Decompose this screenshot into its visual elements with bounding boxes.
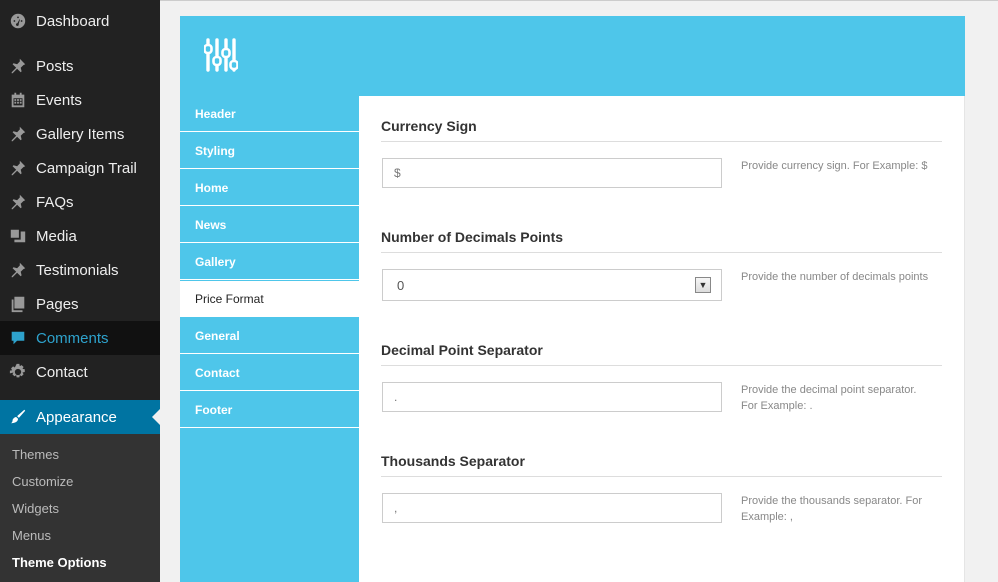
- menu-item-media[interactable]: Media: [0, 219, 160, 253]
- submenu-item-theme-options[interactable]: Theme Options: [12, 555, 107, 570]
- chevron-down-icon[interactable]: ▼: [695, 277, 711, 293]
- pin-icon: [8, 192, 28, 212]
- gear-icon: [8, 362, 28, 382]
- menu-item-contact[interactable]: Contact: [0, 355, 160, 389]
- menu-item-posts[interactable]: Posts: [0, 49, 160, 83]
- menu-item-events[interactable]: Events: [0, 83, 160, 117]
- tab-styling[interactable]: Styling: [180, 133, 359, 169]
- pin-icon: [8, 124, 28, 144]
- calendar-icon: [8, 90, 28, 110]
- menu-label: Gallery Items: [36, 125, 125, 143]
- admin-sidebar: Dashboard Posts Events Gallery Items Cam…: [0, 0, 160, 582]
- decimal-separator-input[interactable]: [382, 382, 722, 412]
- divider: [381, 365, 942, 366]
- thousands-separator-title: Thousands Separator: [381, 453, 525, 469]
- tab-news[interactable]: News: [180, 207, 359, 243]
- pin-icon: [8, 260, 28, 280]
- sliders-icon: [204, 38, 238, 72]
- appearance-submenu: Themes Customize Widgets Menus Theme Opt…: [0, 434, 160, 582]
- tab-footer[interactable]: Footer: [180, 392, 359, 428]
- menu-item-campaign-trail[interactable]: Campaign Trail: [0, 151, 160, 185]
- submenu-item-widgets[interactable]: Widgets: [12, 501, 59, 516]
- tab-header[interactable]: Header: [180, 96, 359, 132]
- pin-icon: [8, 158, 28, 178]
- submenu-item-customize[interactable]: Customize: [12, 474, 73, 489]
- menu-label: Posts: [36, 57, 74, 75]
- menu-label: Events: [36, 91, 82, 109]
- menu-item-testimonials[interactable]: Testimonials: [0, 253, 160, 287]
- description-line: For Example: .: [741, 400, 813, 412]
- pin-icon: [8, 56, 28, 76]
- description-line: Provide the thousands separator. For: [741, 495, 922, 507]
- media-icon: [8, 226, 28, 246]
- decimals-description: Provide the number of decimals points: [741, 271, 929, 283]
- tab-contact[interactable]: Contact: [180, 355, 359, 391]
- admin-bar-divider: [160, 0, 998, 1]
- tab-gallery[interactable]: Gallery: [180, 244, 359, 280]
- description-line: Example: ,: [741, 511, 793, 523]
- tab-home[interactable]: Home: [180, 170, 359, 206]
- divider: [381, 476, 942, 477]
- menu-item-dashboard[interactable]: Dashboard: [0, 4, 160, 38]
- menu-item-appearance[interactable]: Appearance: [0, 400, 160, 434]
- decimals-select[interactable]: 0 ▼: [382, 269, 722, 301]
- menu-item-comments[interactable]: Comments: [0, 321, 160, 355]
- current-menu-arrow: [152, 409, 160, 425]
- decimals-selected-value: 0: [397, 277, 405, 293]
- menu-label: Testimonials: [36, 261, 119, 279]
- menu-label: Campaign Trail: [36, 159, 137, 177]
- menu-label: Dashboard: [36, 12, 110, 30]
- comment-icon: [8, 328, 28, 348]
- tab-price-format[interactable]: Price Format: [180, 281, 359, 317]
- thousands-separator-description: Provide the thousands separator. For Exa…: [741, 493, 941, 525]
- menu-label: Contact: [36, 363, 88, 381]
- menu-label: Comments: [36, 329, 109, 347]
- decimal-separator-description: Provide the decimal point separator. For…: [741, 382, 941, 414]
- brush-icon: [8, 407, 28, 427]
- submenu-item-themes[interactable]: Themes: [12, 447, 59, 462]
- menu-item-pages[interactable]: Pages: [0, 287, 160, 321]
- pages-icon: [8, 294, 28, 314]
- price-format-settings: Currency Sign Provide currency sign. For…: [359, 96, 965, 582]
- dashboard-icon: [8, 11, 28, 31]
- description-line: Provide the decimal point separator.: [741, 384, 917, 396]
- theme-options-panel: Header Styling Home News Gallery Price F…: [180, 16, 965, 582]
- menu-label: Media: [36, 227, 77, 245]
- menu-label: FAQs: [36, 193, 74, 211]
- decimals-title: Number of Decimals Points: [381, 229, 564, 245]
- thousands-separator-input[interactable]: [382, 493, 722, 523]
- panel-header: [180, 16, 965, 96]
- menu-label: Appearance: [36, 408, 117, 426]
- tab-general[interactable]: General: [180, 318, 359, 354]
- options-tabs: Header Styling Home News Gallery Price F…: [180, 96, 359, 582]
- submenu-item-menus[interactable]: Menus: [12, 528, 51, 543]
- decimal-separator-title: Decimal Point Separator: [381, 342, 543, 358]
- currency-sign-input[interactable]: [382, 158, 722, 188]
- divider: [381, 252, 942, 253]
- menu-item-faqs[interactable]: FAQs: [0, 185, 160, 219]
- currency-sign-title: Currency Sign: [381, 118, 477, 134]
- menu-label: Pages: [36, 295, 79, 313]
- divider: [381, 141, 942, 142]
- menu-item-gallery-items[interactable]: Gallery Items: [0, 117, 160, 151]
- currency-sign-description: Provide currency sign. For Example: $: [741, 160, 928, 172]
